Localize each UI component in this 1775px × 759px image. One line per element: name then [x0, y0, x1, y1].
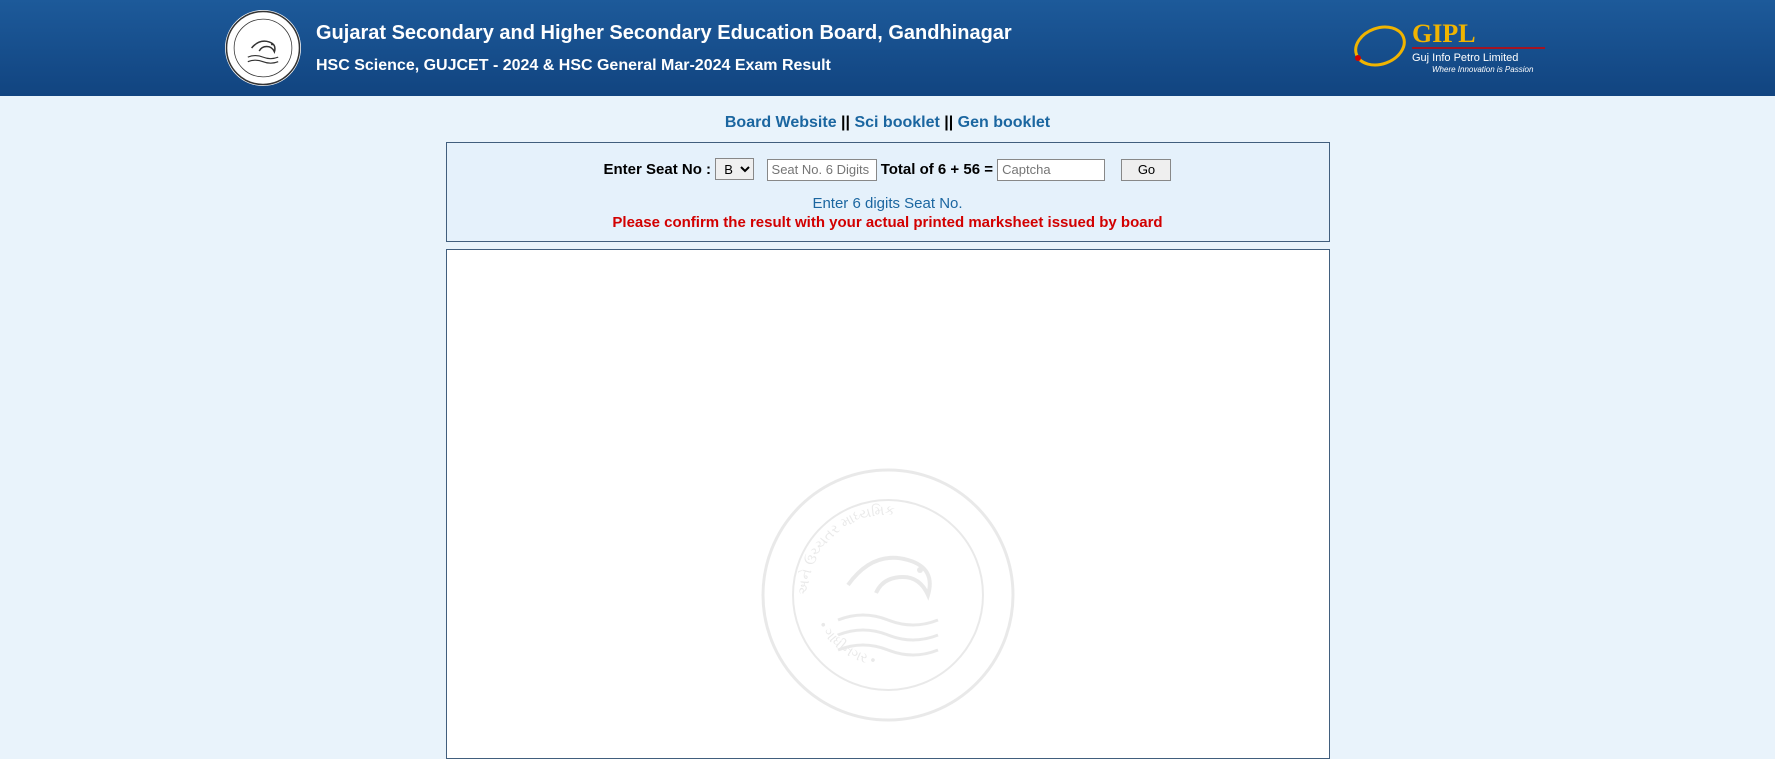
- board-website-link[interactable]: Board Website: [725, 114, 837, 131]
- seat-no-label: Enter Seat No :: [604, 161, 716, 178]
- svg-text:અને ઉચ્ચતર માધ્યમિક: અને ઉચ્ચતર માધ્યમિક: [794, 501, 894, 594]
- header-right: GIPL Guj Info Petro Limited Where Innova…: [1350, 16, 1550, 81]
- board-seal-watermark-icon: અને ઉચ્ચતર માધ્યમિક • ગાંધીનગર •: [758, 465, 1018, 725]
- search-form: Enter Seat No : B Total of 6 + 56 = Go E…: [446, 142, 1330, 242]
- info-message: Enter 6 digits Seat No.: [457, 195, 1319, 212]
- nav-separator: ||: [841, 114, 854, 131]
- result-panel: અને ઉચ્ચતર માધ્યમિક • ગાંધીનગર •: [446, 249, 1330, 759]
- nav-separator: ||: [944, 114, 957, 131]
- form-row: Enter Seat No : B Total of 6 + 56 = Go: [457, 158, 1319, 181]
- page-header: Gujarat Secondary and Higher Secondary E…: [0, 0, 1775, 96]
- captcha-label: Total of 6 + 56 =: [881, 161, 997, 178]
- warning-message: Please confirm the result with your actu…: [457, 214, 1319, 231]
- page-subtitle: HSC Science, GUJCET - 2024 & HSC General…: [316, 57, 1012, 75]
- page-title: Gujarat Secondary and Higher Secondary E…: [316, 22, 1012, 45]
- board-seal-icon: [225, 10, 301, 86]
- header-text: Gujarat Secondary and Higher Secondary E…: [316, 22, 1012, 75]
- nav-links: Board Website || Sci booklet || Gen book…: [0, 96, 1775, 142]
- captcha-input[interactable]: [997, 159, 1105, 181]
- svg-text:Where Innovation is Passion: Where Innovation is Passion: [1432, 65, 1534, 74]
- svg-text:• ગાંધીનગર •: • ગાંધીનગર •: [815, 618, 877, 668]
- gipl-logo-icon: GIPL Guj Info Petro Limited Where Innova…: [1350, 16, 1550, 76]
- seat-prefix-select[interactable]: B: [715, 158, 754, 180]
- header-left: Gujarat Secondary and Higher Secondary E…: [225, 10, 1012, 86]
- svg-text:GIPL: GIPL: [1412, 19, 1476, 48]
- svg-text:Guj Info Petro Limited: Guj Info Petro Limited: [1412, 52, 1518, 64]
- sci-booklet-link[interactable]: Sci booklet: [854, 114, 939, 131]
- seat-no-input[interactable]: [767, 159, 877, 181]
- go-button[interactable]: Go: [1121, 159, 1171, 181]
- gen-booklet-link[interactable]: Gen booklet: [958, 114, 1050, 131]
